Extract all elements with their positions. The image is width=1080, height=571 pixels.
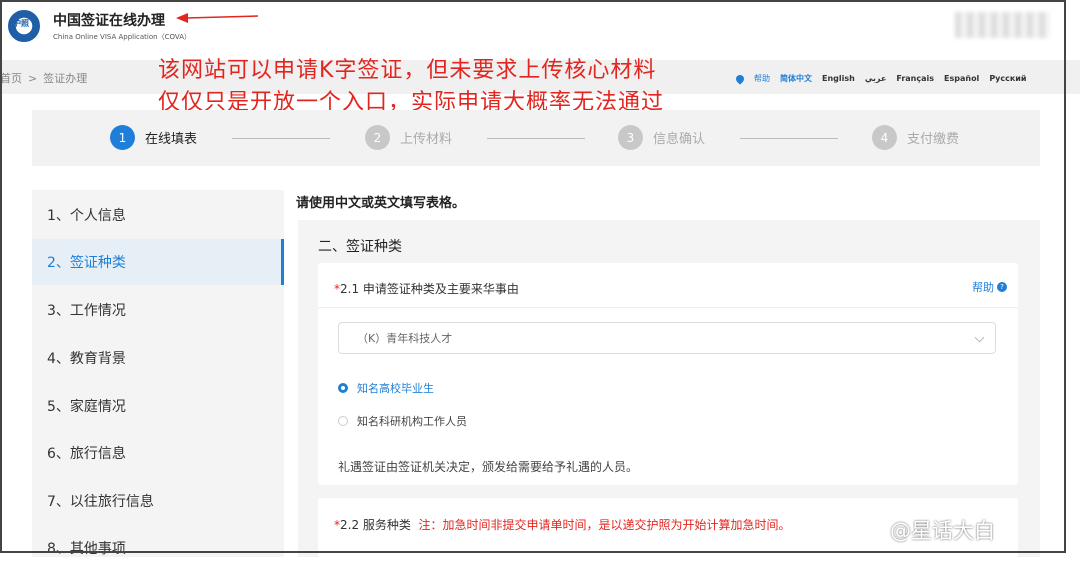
sidebar-item-personal[interactable]: 1、个人信息 <box>32 192 284 238</box>
question-2-2: *2.2 服务种类 注：加急时间非提交申请单时间，是以递交护照为开始计算加急时间… <box>334 516 791 533</box>
breadcrumb-sep: > <box>28 72 38 85</box>
step-number: 3 <box>618 125 643 150</box>
lang-zh[interactable]: 简体中文 <box>780 73 812 84</box>
location-pin-icon <box>734 72 746 85</box>
form-instruction: 请使用中文或英文填写表格。 <box>296 196 466 211</box>
lang-ar[interactable]: عربي <box>865 74 887 83</box>
card-divider <box>318 307 1018 308</box>
site-subtitle: China Online VISA Application（COVA） <box>53 33 191 41</box>
question-2-2-label: 2.2 服务种类 <box>340 518 411 532</box>
step-label: 信息确认 <box>653 132 706 147</box>
section-title: 二、签证种类 <box>318 239 402 255</box>
step-label: 在线填表 <box>145 132 198 147</box>
question-2-1-label: 2.1 申请签证种类及主要来华事由 <box>340 282 519 296</box>
breadcrumb: 首页 > 签证办理 <box>0 70 93 86</box>
annotation-line-1: 该网站可以申请K字签证，但未要求上传核心材料 <box>158 58 657 83</box>
sidebar-item-travel[interactable]: 6、旅行信息 <box>32 430 284 476</box>
form-sidebar: 1、个人信息 2、签证种类 3、工作情况 4、教育背景 5、家庭情况 6、旅行信… <box>32 190 284 557</box>
step-label: 支付缴费 <box>907 132 960 147</box>
step-connector <box>487 138 585 139</box>
step-1: 1 在线填表 <box>110 125 197 150</box>
progress-steps: 1 在线填表 2 上传材料 3 信息确认 4 支付缴费 <box>32 110 1040 166</box>
visa-type-value: （K）青年科技人才 <box>357 332 453 345</box>
watermark-text: @星话大白 <box>890 519 995 543</box>
question-2-1: *2.1 申请签证种类及主要来华事由 <box>334 280 519 297</box>
help-label: 帮助 <box>972 281 994 294</box>
radio-unchecked-icon <box>338 416 348 426</box>
step-2: 2 上传材料 <box>365 125 452 150</box>
courtesy-note: 礼遇签证由签证机关决定，颁发给需要给予礼遇的人员。 <box>338 460 639 474</box>
sidebar-item-other[interactable]: 8、其他事项 <box>32 525 284 571</box>
step-number: 1 <box>110 125 135 150</box>
sidebar-item-work[interactable]: 3、工作情况 <box>32 287 284 333</box>
lang-fr[interactable]: Français <box>896 74 934 83</box>
lang-ru[interactable]: Русский <box>989 74 1026 83</box>
radio-checked-icon <box>338 383 348 393</box>
breadcrumb-visa[interactable]: 签证办理 <box>43 72 87 85</box>
step-connector <box>740 138 838 139</box>
breadcrumb-home[interactable]: 首页 <box>0 72 22 85</box>
site-title[interactable]: 中国签证在线办理 <box>53 10 165 30</box>
site-header: 护照 中国签证在线办理 China Online VISA Applicatio… <box>0 0 1080 60</box>
step-4: 4 支付缴费 <box>872 125 959 150</box>
step-number: 2 <box>365 125 390 150</box>
step-3: 3 信息确认 <box>618 125 705 150</box>
question-icon: ? <box>997 282 1007 292</box>
step-connector <box>232 138 330 139</box>
annotation-arrow-icon <box>176 13 258 23</box>
sidebar-item-education[interactable]: 4、教育背景 <box>32 335 284 381</box>
lang-es[interactable]: Español <box>944 74 979 83</box>
sidebar-item-past-travel[interactable]: 7、以往旅行信息 <box>32 478 284 524</box>
radio-researcher-label: 知名科研机构工作人员 <box>357 415 467 428</box>
visa-type-select[interactable]: （K）青年科技人才 <box>338 322 996 354</box>
weibo-watermark: @星话大白 <box>890 515 995 545</box>
radio-researcher[interactable]: 知名科研机构工作人员 <box>338 413 467 429</box>
radio-graduate-label: 知名高校毕业生 <box>357 382 434 395</box>
radio-graduate[interactable]: 知名高校毕业生 <box>338 380 434 396</box>
help-link[interactable]: 帮助 <box>754 73 770 84</box>
lang-en[interactable]: English <box>822 74 855 83</box>
blurred-user-info <box>955 12 1050 38</box>
logo-text: 护照 <box>13 19 29 28</box>
sidebar-item-family[interactable]: 5、家庭情况 <box>32 383 284 429</box>
urgent-note: 注：加急时间非提交申请单时间，是以递交护照为开始计算加急时间。 <box>418 518 791 532</box>
step-label: 上传材料 <box>400 132 453 147</box>
chevron-down-icon <box>974 332 985 343</box>
language-switcher: 帮助 简体中文 English عربي Français Español Ру… <box>734 72 1027 85</box>
step-number: 4 <box>872 125 897 150</box>
help-button[interactable]: 帮助? <box>972 279 1007 295</box>
sidebar-item-visa-type[interactable]: 2、签证种类 <box>32 239 284 285</box>
